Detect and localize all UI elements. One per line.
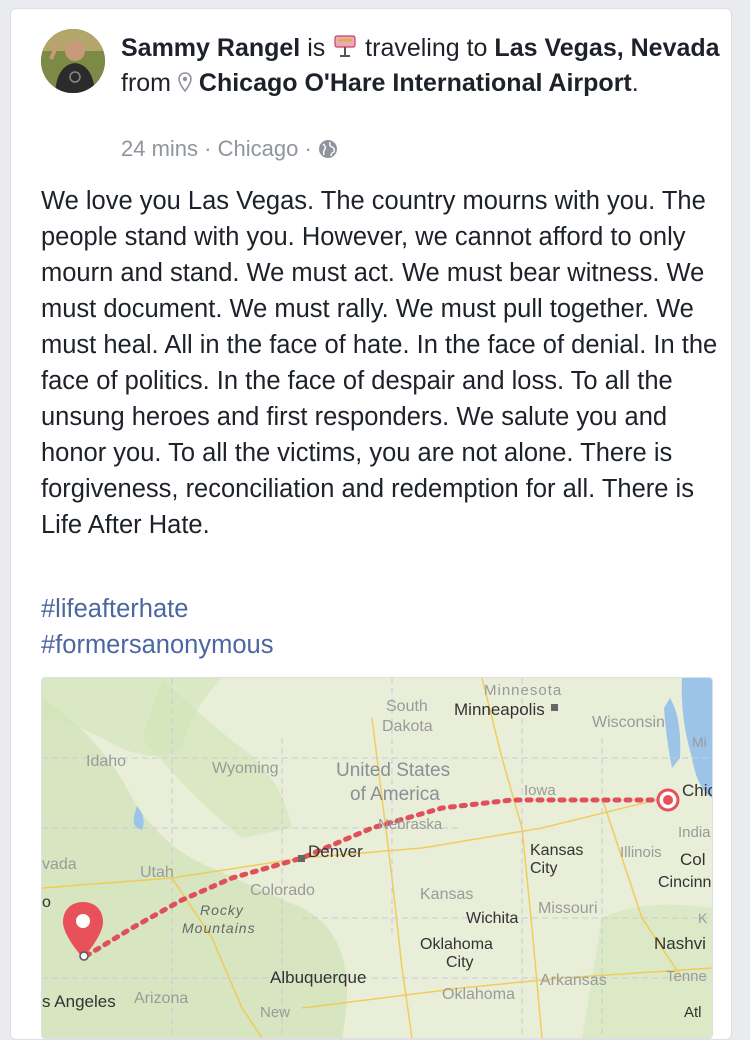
post-meta: 24 mins · Chicago · bbox=[121, 135, 338, 162]
map-label: City bbox=[530, 860, 558, 877]
map-label: o bbox=[42, 894, 51, 911]
origin-link[interactable]: Chicago O'Hare International Airport bbox=[199, 69, 632, 97]
meta-separator-2: · bbox=[304, 136, 312, 162]
destination-link[interactable]: Las Vegas, Nevada bbox=[494, 34, 719, 62]
post-text: We love you Las Vegas. The country mourn… bbox=[41, 187, 718, 539]
is-text: is bbox=[307, 34, 326, 62]
map-label: Idaho bbox=[86, 753, 127, 770]
meta-separator: · bbox=[204, 136, 212, 162]
map-label: Mi bbox=[692, 734, 707, 750]
map-label: Arizona bbox=[134, 990, 189, 1007]
map-label: Albuquerque bbox=[270, 968, 367, 987]
map-label: United States bbox=[336, 760, 451, 781]
map-label: Col bbox=[680, 850, 706, 869]
minneapolis-dot-icon bbox=[551, 704, 558, 711]
map-label: Oklahoma bbox=[420, 936, 493, 953]
map-label: Wichita bbox=[466, 910, 519, 927]
map-label: s Angeles bbox=[42, 992, 116, 1011]
map-label: Arkansas bbox=[540, 972, 607, 989]
location-pin-icon bbox=[178, 72, 192, 93]
author-name[interactable]: Sammy Rangel bbox=[121, 34, 300, 62]
map-label: Chic bbox=[682, 781, 713, 800]
route-map[interactable]: Minnesota South Dakota Minneapolis Wisco… bbox=[41, 677, 713, 1039]
map-label: Mountains bbox=[182, 920, 256, 936]
map-label: vada bbox=[42, 856, 77, 873]
denver-dot-icon bbox=[298, 855, 305, 862]
avatar-photo bbox=[41, 29, 105, 93]
map-label: K bbox=[698, 910, 708, 926]
globe-icon[interactable] bbox=[318, 139, 338, 159]
map-label: Colorado bbox=[250, 882, 315, 899]
map-label: City bbox=[446, 954, 474, 971]
map-label: Nashvi bbox=[654, 934, 706, 953]
map-label: India bbox=[678, 824, 711, 841]
map-label: South bbox=[386, 698, 428, 715]
map-label: Kansas bbox=[530, 842, 584, 859]
map-label: Rocky bbox=[200, 902, 244, 918]
map-background bbox=[42, 678, 712, 1038]
map-label: Minneapolis bbox=[454, 700, 545, 719]
from-text: from bbox=[121, 69, 171, 97]
map-label: Dakota bbox=[382, 718, 433, 735]
map-label: Oklahoma bbox=[442, 986, 515, 1003]
timestamp[interactable]: 24 mins bbox=[121, 136, 198, 161]
activity-text: traveling to bbox=[365, 34, 488, 62]
map-label: Utah bbox=[140, 864, 174, 881]
map-label: Wisconsin bbox=[592, 714, 665, 731]
header-period: . bbox=[631, 69, 639, 97]
location-text[interactable]: Chicago bbox=[218, 136, 299, 161]
map-label: Iowa bbox=[524, 782, 556, 799]
avatar[interactable] bbox=[41, 29, 105, 93]
map-label: Denver bbox=[308, 842, 363, 861]
map-label: Nebraska bbox=[378, 816, 443, 833]
map-label: Atl bbox=[684, 1004, 702, 1021]
map-label: Missouri bbox=[538, 900, 598, 917]
map-label: Minnesota bbox=[484, 682, 563, 699]
hashtag-link[interactable]: #lifeafterhate bbox=[41, 591, 273, 627]
map-label: Cincinn bbox=[658, 874, 712, 891]
origin-marker-icon[interactable] bbox=[655, 787, 681, 813]
hashtags: #lifeafterhate #formersanonymous bbox=[41, 591, 273, 663]
map-label: Tenne bbox=[666, 968, 707, 985]
map-label: New bbox=[260, 1004, 291, 1021]
post-card: Sammy Rangel is traveling to Las Vegas, … bbox=[10, 8, 732, 1040]
map-label: of America bbox=[350, 784, 440, 805]
destination-dot-icon bbox=[79, 951, 89, 961]
las-vegas-sign-icon bbox=[334, 35, 356, 57]
hashtag-link[interactable]: #formersanonymous bbox=[41, 627, 273, 663]
map-label: Kansas bbox=[420, 886, 474, 903]
map-label: Illinois bbox=[620, 844, 662, 861]
map-label: Wyoming bbox=[212, 760, 279, 777]
post-header: Sammy Rangel is traveling to Las Vegas, … bbox=[121, 31, 721, 101]
